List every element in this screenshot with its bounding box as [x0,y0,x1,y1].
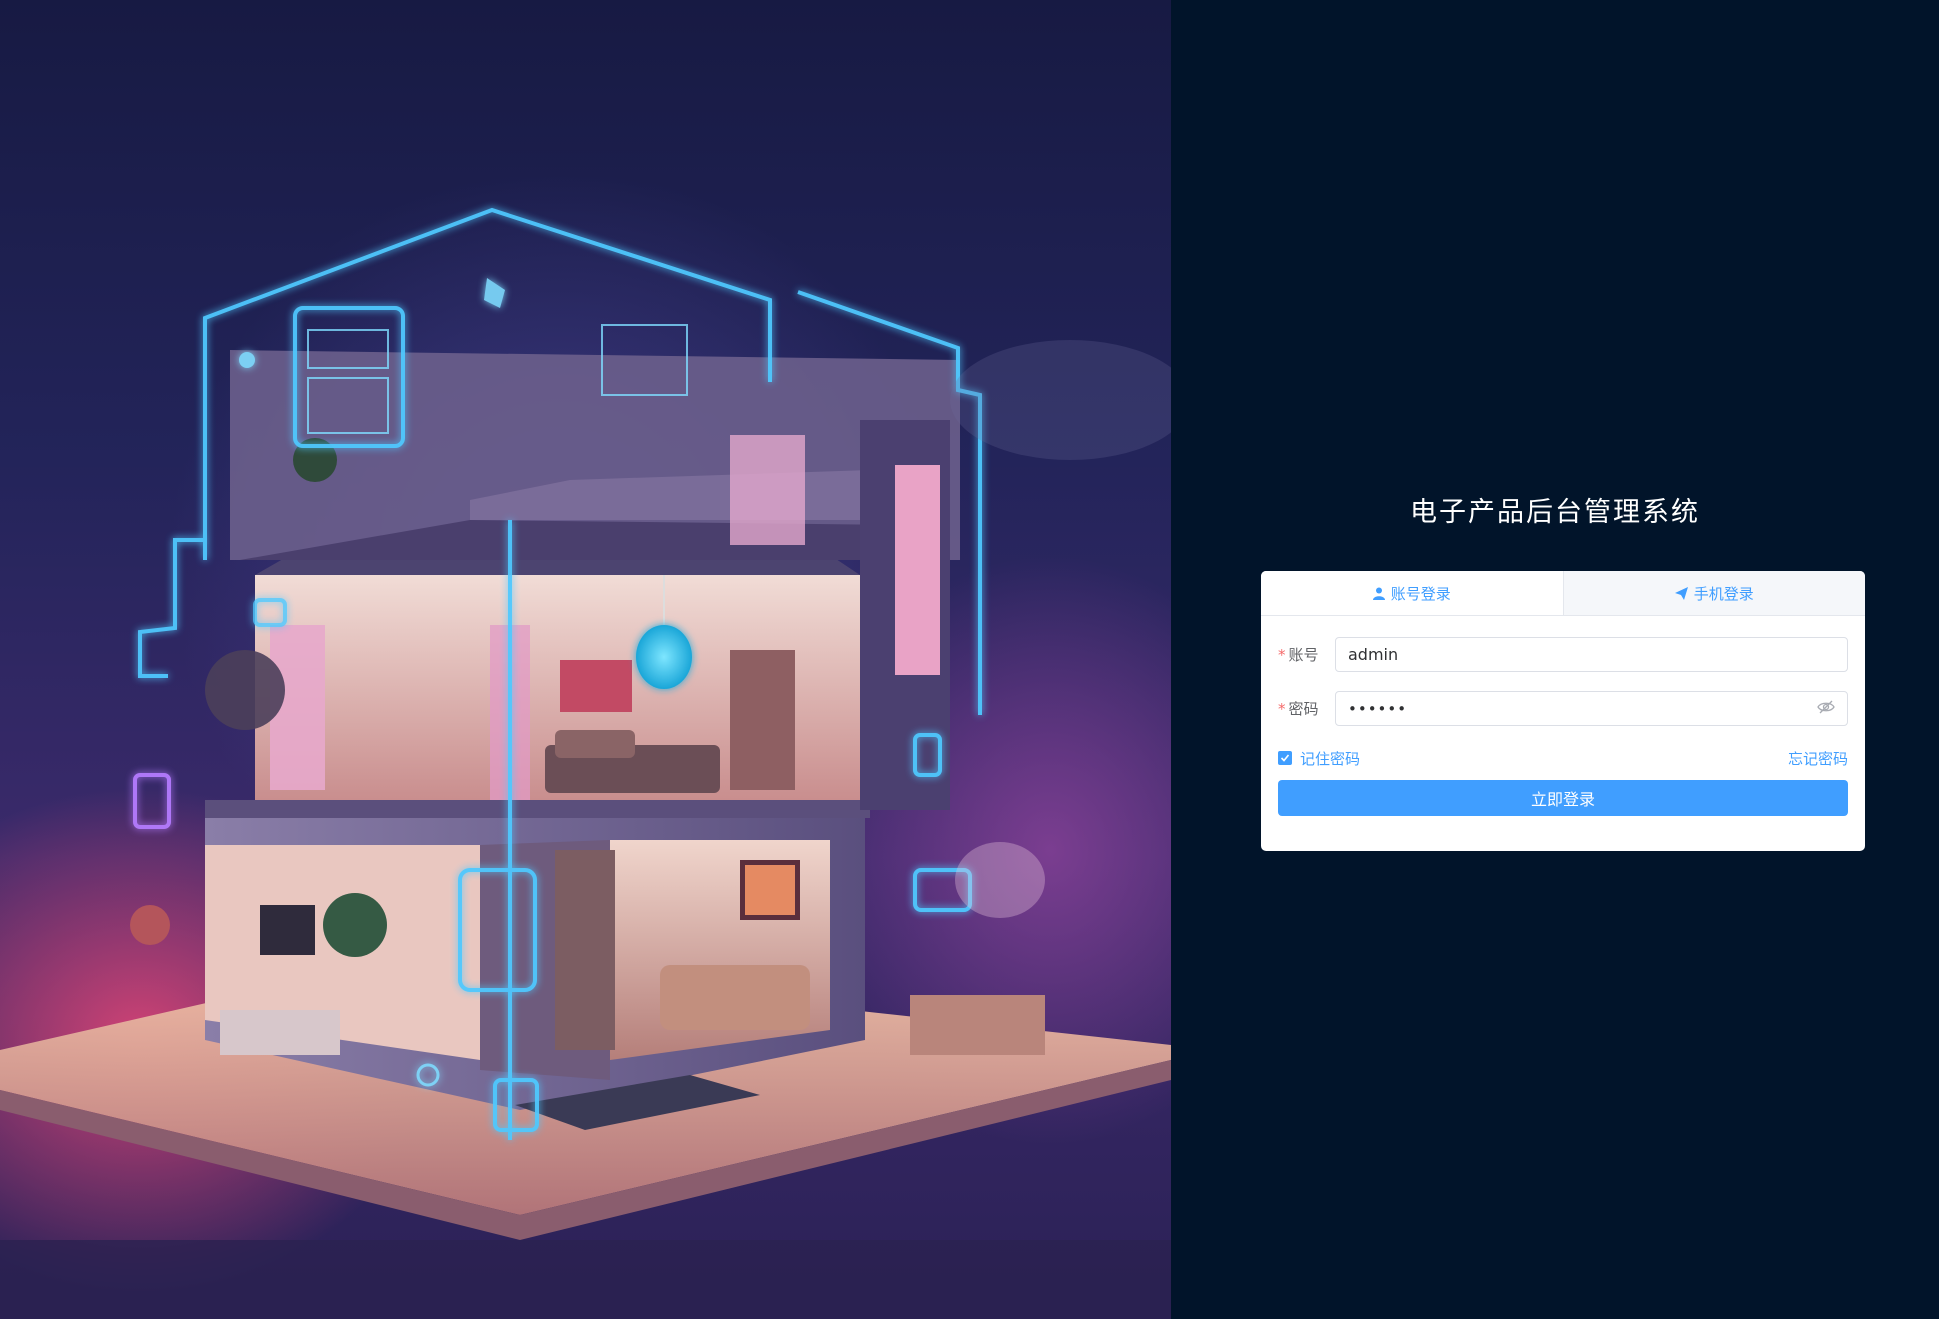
password-input-value: •••••• [1348,699,1408,718]
paper-plane-icon [1674,586,1688,600]
account-label: * 账号 [1278,644,1335,665]
login-page: 电子产品后台管理系统 账号登录 手机登录 * 账号 admin * 密码 •••… [0,0,1939,1319]
password-row: * 密码 •••••• [1278,690,1848,727]
login-form: * 账号 admin * 密码 •••••• 记住密码 忘记密码 立即登录 [1261,616,1865,816]
eye-icon[interactable] [1817,698,1835,720]
remember-password-checkbox[interactable]: 记住密码 [1278,748,1360,769]
tab-phone-label: 手机登录 [1693,584,1754,603]
smart-home-illustration [0,0,1171,1319]
password-label-text: 密码 [1288,700,1319,718]
login-options: 记住密码 忘记密码 [1278,748,1848,768]
tab-account-login[interactable]: 账号登录 [1261,571,1563,615]
account-label-text: 账号 [1288,646,1319,664]
account-row: * 账号 admin [1278,636,1848,673]
login-panel: 电子产品后台管理系统 账号登录 手机登录 * 账号 admin * 密码 •••… [1171,0,1939,1319]
required-mark: * [1278,645,1286,664]
required-mark: * [1278,699,1286,718]
house-illustration [0,207,1171,1319]
login-submit-button[interactable]: 立即登录 [1278,780,1848,816]
password-label: * 密码 [1278,698,1335,719]
checkbox-checked-icon [1278,751,1292,765]
account-input[interactable]: admin [1335,637,1848,672]
remember-password-label: 记住密码 [1300,749,1361,768]
login-card: 账号登录 手机登录 * 账号 admin * 密码 •••••• 记住密码 忘记… [1261,571,1865,851]
account-input-value: admin [1348,645,1399,664]
user-icon [1372,587,1385,600]
forgot-password-link[interactable]: 忘记密码 [1788,748,1848,769]
tab-phone-login[interactable]: 手机登录 [1562,571,1865,615]
password-input[interactable]: •••••• [1335,691,1848,726]
page-title: 电子产品后台管理系统 [1410,497,1700,528]
tab-account-label: 账号登录 [1390,584,1451,603]
login-tabs: 账号登录 手机登录 [1261,571,1865,616]
